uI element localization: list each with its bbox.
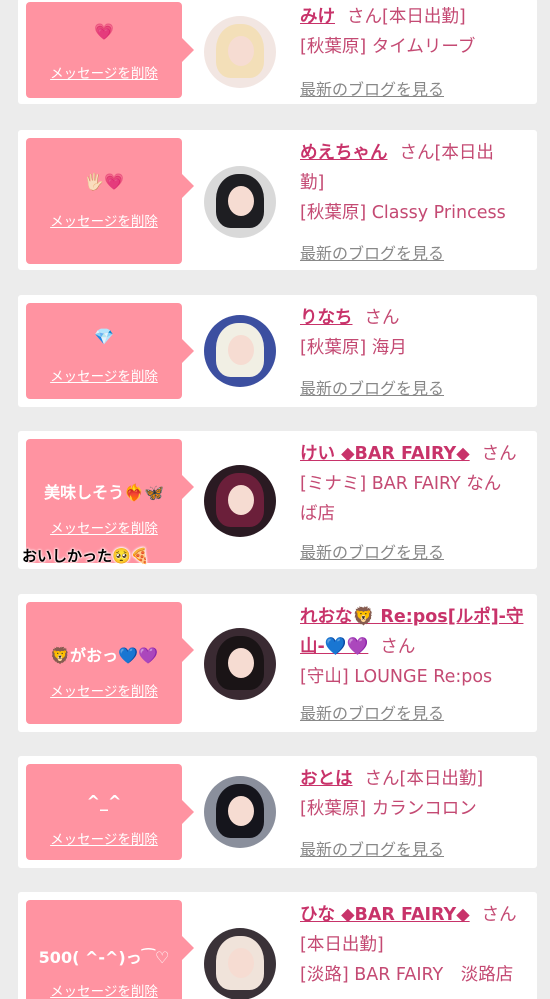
avatar[interactable] [204,166,276,238]
notification-card: 🖐🏻💗 メッセージを削除 めえちゃん さん[本日出 勤] [秋葉原] Classy… [18,130,537,270]
latest-blog-link[interactable]: 最新のブログを見る [300,76,444,100]
shop-text: [秋葉原] カランコロン [300,799,477,819]
message-bubble: 🦁がおっ💙💜 メッセージを削除 [26,602,194,724]
notification-card: 500( ^-^)っ⁀♡ メッセージを削除 ひな ◆BAR FAIRY◆ さん [… [18,892,537,999]
honorific: さん [364,308,400,328]
status-text: [本日出勤] [399,769,484,789]
shop-text: [秋葉原] Classy Princess [300,203,506,223]
message-text: 💗 [94,22,114,41]
honorific: さん [399,143,435,163]
cast-name-link[interactable]: けい ◆BAR FAIRY◆ [300,444,470,464]
status-text-cont: 勤] [300,173,325,193]
shop-text: [淡路] BAR FAIRY 淡路店 [300,965,514,985]
shop-text: [秋葉原] タイムリーブ [300,37,476,57]
message-text: 🖐🏻💗 [84,172,124,191]
cast-name-link[interactable]: みけ [300,7,335,27]
shop-text: [秋葉原] 海月 [300,338,407,358]
honorific: さん [347,7,382,27]
notification-card: 🦁がおっ💙💜 メッセージを削除 れおな🦁 Re:pos[ルポ]-守 山-💙💜 さん… [18,594,537,732]
honorific: さん [481,905,517,925]
shop-text-cont: ば店 [300,504,335,524]
message-text: ^_^ [86,792,122,811]
delete-message-link[interactable]: メッセージを削除 [26,517,182,537]
delete-message-link[interactable]: メッセージを削除 [26,210,182,230]
avatar[interactable] [204,315,276,387]
latest-blog-link[interactable]: 最新のブログを見る [300,700,444,724]
cast-name-link[interactable]: めえちゃん [300,143,388,163]
delete-message-link[interactable]: メッセージを削除 [26,980,182,999]
delete-message-link[interactable]: メッセージを削除 [26,680,182,700]
honorific: さん [380,637,416,657]
avatar[interactable] [204,928,276,999]
message-bubble: 🖐🏻💗 メッセージを削除 [26,138,194,264]
message-text: 美味しそう❤️‍🔥🦋 [44,483,164,502]
status-text: [本日出勤] [300,935,384,955]
status-text: [本日出 [434,143,494,163]
shop-text: [守山] LOUNGE Re:pos [300,667,493,687]
notification-card: 💗 メッセージを削除 みけ さん[本日出勤] [秋葉原] タイムリーブ 最新のブロ… [18,0,537,104]
notification-card: 💎 メッセージを削除 りなち さん [秋葉原] 海月 最新のブログを見る [18,295,537,407]
delete-message-link[interactable]: メッセージを削除 [26,828,182,848]
latest-blog-link[interactable]: 最新のブログを見る [300,240,444,264]
message-bubble: 💎 メッセージを削除 [26,303,194,399]
message-bubble: 💗 メッセージを削除 [26,2,194,98]
delete-message-link[interactable]: メッセージを削除 [26,365,182,385]
message-bubble: ^_^ メッセージを削除 [26,764,194,860]
message-text: 🦁がおっ💙💜 [50,646,158,665]
cast-name-link-cont[interactable]: 山-💙💜 [300,637,368,657]
avatar[interactable] [204,776,276,848]
latest-blog-link[interactable]: 最新のブログを見る [300,836,444,860]
message-text: 500( ^-^)っ⁀♡ [38,948,170,967]
message-bubble: 500( ^-^)っ⁀♡ メッセージを削除 [26,900,194,999]
latest-blog-link[interactable]: 最新のブログを見る [300,539,444,563]
avatar[interactable] [204,16,276,88]
status-text: [本日出勤] [382,7,466,27]
avatar[interactable] [204,628,276,700]
honorific: さん [364,769,400,789]
delete-message-link[interactable]: メッセージを削除 [26,62,182,82]
shop-text: [ミナミ] BAR FAIRY なん [300,474,502,494]
cast-name-link[interactable]: おとは [300,769,353,789]
story-sticker-text: おいしかった🥺🍕 [22,547,150,565]
cast-name-link[interactable]: りなち [300,308,353,328]
notification-card: 美味しそう❤️‍🔥🦋 メッセージを削除 おいしかった🥺🍕 けい ◆BAR FAI… [18,431,537,569]
latest-blog-link[interactable]: 最新のブログを見る [300,375,444,399]
cast-name-link[interactable]: ひな ◆BAR FAIRY◆ [300,905,470,925]
message-text: 💎 [94,327,114,346]
honorific: さん [481,444,517,464]
avatar[interactable] [204,465,276,537]
cast-name-link[interactable]: れおな🦁 Re:pos[ルポ]-守 [300,607,523,627]
notification-card: ^_^ メッセージを削除 おとは さん[本日出勤] [秋葉原] カランコロン 最新… [18,756,537,868]
